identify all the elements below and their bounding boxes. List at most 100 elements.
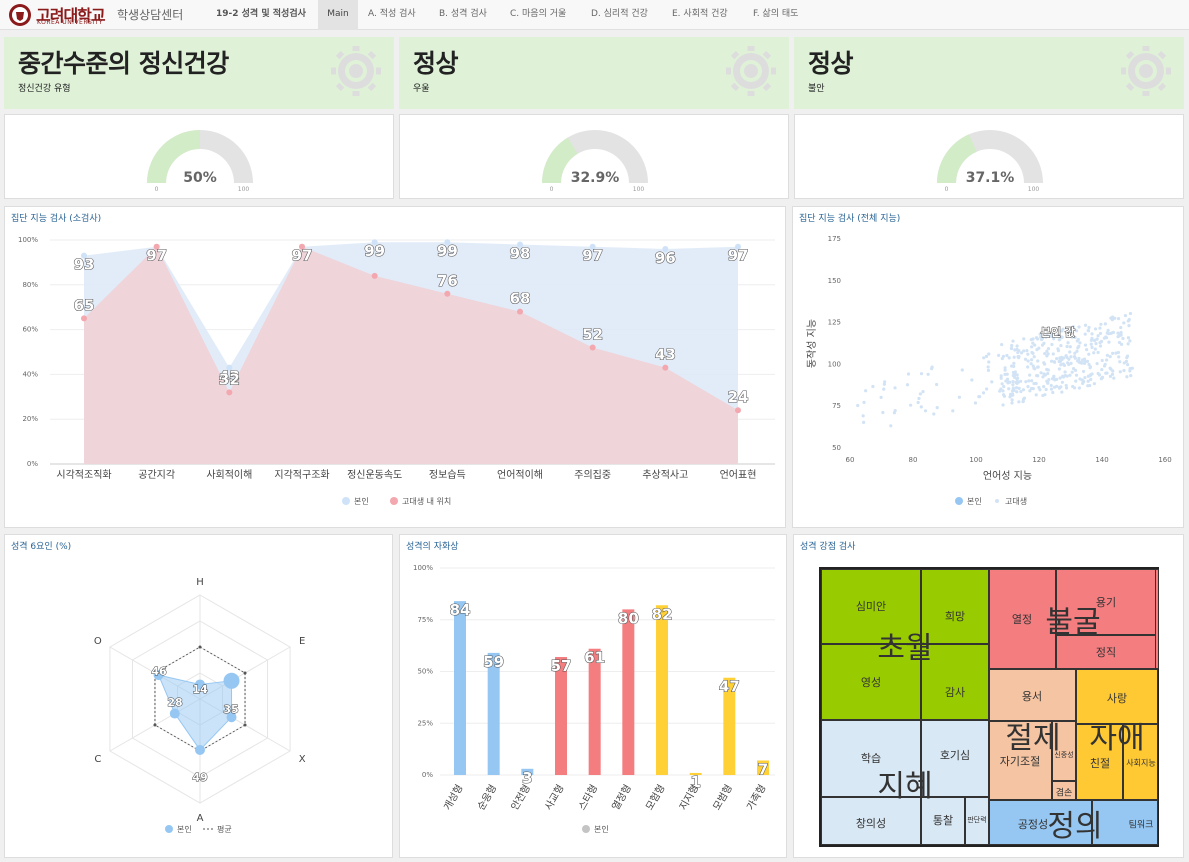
scatter-point xyxy=(1076,346,1080,350)
y-tick-label: 175 xyxy=(828,235,841,243)
scatter-point xyxy=(1002,393,1006,397)
scatter-point xyxy=(981,391,986,395)
scatter-point xyxy=(909,403,913,407)
scatter-point xyxy=(1010,343,1014,348)
university-seal-icon[interactable] xyxy=(8,3,32,27)
legend-swatch xyxy=(390,497,398,505)
nav-item-test-title[interactable]: 19-2 성격 및 적성검사 xyxy=(208,0,314,30)
scatter-point xyxy=(1026,359,1030,363)
gear-tooth xyxy=(1125,50,1135,60)
radar-chart[interactable]: H E X A C O 14 35 49 28 46 본인 평균 xyxy=(5,535,394,859)
scatter-point xyxy=(1074,379,1078,383)
scatter-point xyxy=(1058,356,1062,360)
category-label: 가족형 xyxy=(744,783,768,813)
panel-title: 성격 강점 검사 xyxy=(800,542,856,552)
nav-item-life-attitude[interactable]: F. 삶의 태도 xyxy=(745,0,806,30)
scatter-point xyxy=(1051,352,1055,356)
data-point xyxy=(371,272,378,279)
scatter-point xyxy=(1087,325,1091,330)
scatter-point xyxy=(1068,345,1072,349)
scatter-point xyxy=(1042,341,1046,345)
gauge-panel-anxiety: 37.1% 0 100 xyxy=(794,114,1184,199)
scatter-point xyxy=(1075,329,1079,333)
gear-tooth xyxy=(367,82,377,92)
scatter-point xyxy=(1087,362,1091,367)
scatter-point xyxy=(871,384,875,389)
category-label: 정신운동속도 xyxy=(347,469,402,481)
scatter-point xyxy=(1058,359,1063,363)
scatter-point xyxy=(882,387,886,391)
scatter-point xyxy=(1029,362,1033,366)
gauge-value: 32.9% xyxy=(571,170,620,186)
scatter-point xyxy=(973,401,978,405)
category-label: 모험형 xyxy=(643,783,667,813)
nav-item-aptitude[interactable]: A. 적성 검사 xyxy=(360,0,424,30)
scatter-point xyxy=(1098,344,1103,348)
scatter-point xyxy=(1126,342,1130,346)
x-tick-label: 160 xyxy=(1158,456,1171,464)
scatter-point xyxy=(1086,328,1090,333)
bar xyxy=(487,652,500,775)
legend-swatch xyxy=(342,497,350,505)
scatter-point xyxy=(1033,343,1037,347)
nav-item-personality[interactable]: B. 성격 검사 xyxy=(431,0,495,30)
scatter-points xyxy=(856,311,1134,428)
treemap-item-label: 희망 xyxy=(944,610,966,623)
scatter-point xyxy=(1076,359,1080,363)
scatter-point xyxy=(1011,380,1015,384)
scatter-point xyxy=(1072,355,1077,359)
y-tick-label: 0% xyxy=(422,771,433,779)
data-label: 97 xyxy=(292,247,313,265)
scatter-point xyxy=(1095,337,1099,341)
scatter-point xyxy=(1029,338,1033,342)
nav-item-social-health[interactable]: E. 사회적 건강 xyxy=(664,0,736,30)
treemap-chart[interactable]: 심미안 희망 영성 감사 초월 열정 용기 정직 불굴 용서 자기조절 신중성 겸손 절제 사랑 친절 사회지능… xyxy=(819,567,1159,847)
gear-icon xyxy=(1121,46,1171,96)
gear-tooth xyxy=(1125,82,1135,92)
scatter-point xyxy=(881,410,885,415)
gauge-value: 50% xyxy=(183,170,217,186)
treemap-cell[interactable] xyxy=(1155,569,1159,669)
scatter-point xyxy=(1110,331,1114,335)
scatter-point xyxy=(1012,361,1016,365)
legend-label: 본인 xyxy=(177,824,192,834)
scatter-point xyxy=(1099,322,1103,326)
personality-6-panel: 성격 6요인 (%) H E X A C O 14 35 49 28 46 본인 평균 xyxy=(4,534,393,858)
gauge-panel-mental: 50% 0 100 xyxy=(4,114,394,199)
bar xyxy=(656,605,668,775)
nav-item-psych-health[interactable]: D. 심리적 건강 xyxy=(583,0,656,30)
scatter-point xyxy=(997,353,1001,358)
bar-chart[interactable]: 0%25%50%75%100%84개성형59순응형3안전형57사교형61스타형8… xyxy=(400,535,788,859)
nav-item-main[interactable]: Main xyxy=(318,0,358,30)
treemap-item-label: 판단력 xyxy=(967,816,987,824)
scatter-point xyxy=(1108,366,1112,370)
value-box-subtitle: 우울 xyxy=(413,84,430,94)
scatter-chart[interactable]: 50 75 100 125 150 175 60 80 100 120 140 160 언어성 지능 동작… xyxy=(793,207,1185,529)
treemap-item-label: 사랑 xyxy=(1106,692,1128,705)
scatter-point xyxy=(1008,395,1012,399)
scatter-point xyxy=(1060,380,1065,384)
scatter-point xyxy=(1025,349,1029,353)
y-tick-label: 20% xyxy=(22,415,38,423)
brand-title[interactable]: 학생상담센터 xyxy=(117,6,183,23)
scatter-point xyxy=(1071,384,1075,389)
category-label: 지지형 xyxy=(677,783,701,813)
x-tick-label: 140 xyxy=(1095,456,1108,464)
bar-value-label: 82 xyxy=(652,605,673,623)
scatter-point xyxy=(917,396,921,401)
legend: 본인 고대생 내 위치 xyxy=(342,496,451,506)
scatter-point xyxy=(1068,373,1072,377)
scatter-point xyxy=(1075,349,1079,353)
gear-tooth xyxy=(730,50,740,60)
scatter-point xyxy=(1067,362,1071,367)
data-label: 76 xyxy=(437,272,458,290)
nav-item-mind-mirror[interactable]: C. 마음의 거울 xyxy=(502,0,574,30)
scatter-point xyxy=(1105,353,1109,357)
scatter-point xyxy=(1015,381,1019,385)
gear-tooth xyxy=(762,50,772,60)
radar-data-label: 49 xyxy=(192,771,207,784)
legend-label: 고대생 내 위치 xyxy=(402,496,451,506)
area-chart[interactable]: 0% 20% 40% 60% 80% 100% 93 97 43 97 99 99 98 97 96 97 65… xyxy=(5,207,787,529)
scatter-point xyxy=(1046,346,1051,351)
scatter-point xyxy=(1085,348,1089,352)
